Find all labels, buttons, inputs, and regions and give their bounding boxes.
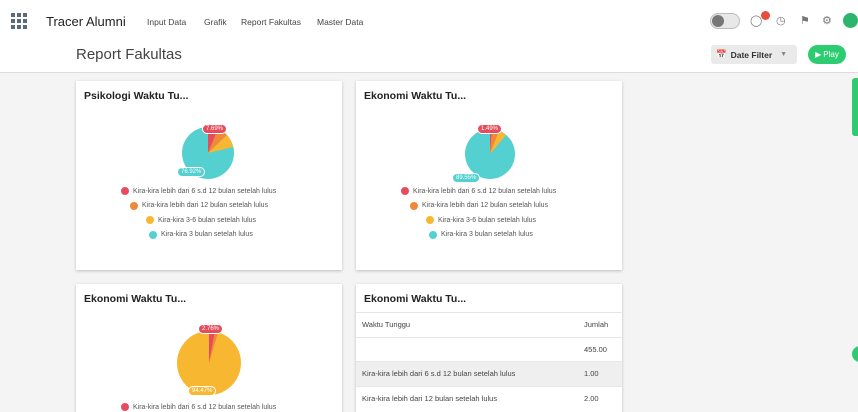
gear-icon[interactable]: ⚙: [822, 14, 832, 27]
legend-item[interactable]: Kira-kira lebih dari 12 bulan setelah lu…: [401, 199, 556, 214]
chart-legend: Kira-kira lebih dari 6 s.d 12 bulan sete…: [121, 400, 276, 412]
legend-label: Kira-kira lebih dari 6 s.d 12 bulan sete…: [133, 187, 277, 195]
legend-label: Kira-kira 3-6 bulan setelah lulus: [438, 216, 537, 224]
legend-item[interactable]: Kira-kira 3 bulan setelah lulus: [401, 228, 556, 243]
calendar-icon: 📅: [716, 49, 727, 59]
apps-grid-icon[interactable]: [11, 13, 27, 29]
column-header-waktu-tunggu[interactable]: Waktu Tunggu: [356, 312, 578, 337]
chart-legend: Kira-kira lebih dari 6 s.d 12 bulan sete…: [401, 184, 556, 242]
table-row: 455.00: [356, 336, 622, 362]
app-title[interactable]: Tracer Alumni: [46, 14, 126, 29]
legend-item[interactable]: Kira-kira lebih dari 6 s.d 12 bulan sete…: [121, 400, 276, 412]
column-header-jumlah[interactable]: Jumlah: [578, 312, 622, 337]
table-row: Kira-kira lebih dari 6 s.d 12 bulan sete…: [356, 361, 622, 386]
table-cell: Kira-kira lebih dari 12 bulan setelah lu…: [356, 385, 578, 411]
avatar[interactable]: [843, 13, 858, 28]
chart-card-ekonomi-1: Ekonomi Waktu Tu... 1.49% 89.55% Kira-ki…: [356, 81, 622, 270]
legend-item[interactable]: Kira-kira lebih dari 6 s.d 12 bulan sete…: [121, 184, 276, 199]
pct-label-top: 1.49%: [477, 124, 503, 134]
table-cell: 1.00: [578, 361, 622, 386]
caret-down-icon: ▼: [780, 51, 788, 58]
mode-toggle[interactable]: [710, 13, 740, 29]
legend-dot: [146, 216, 154, 225]
table-row: Kira-kira lebih dari 12 bulan setelah lu…: [356, 385, 622, 411]
legend-dot: [426, 216, 434, 225]
notification-badge: [761, 11, 770, 20]
clock-icon[interactable]: ◷: [776, 14, 786, 27]
top-bar: Tracer Alumni Input Data Grafik Report F…: [0, 0, 858, 44]
chart-legend: Kira-kira lebih dari 6 s.d 12 bulan sete…: [121, 184, 276, 242]
card-title: Ekonomi Waktu Tu...: [364, 293, 467, 305]
pct-label-top: 2.76%: [198, 324, 224, 334]
table-card-ekonomi: Ekonomi Waktu Tu... Waktu Tunggu Jumlah …: [356, 284, 622, 412]
play-label: Play: [823, 50, 839, 59]
play-icon: ▶: [815, 50, 822, 59]
card-title: Ekonomi Waktu Tu...: [84, 293, 187, 305]
page-header: Report Fakultas 📅 Date Filter ▼ ▶ Play: [0, 44, 858, 73]
legend-item[interactable]: Kira-kira 3-6 bulan setelah lulus: [121, 213, 276, 228]
legend-item[interactable]: Kira-kira 3-6 bulan setelah lulus: [401, 213, 556, 228]
card-title: Psikologi Waktu Tu...: [84, 90, 189, 102]
legend-dot: [149, 230, 157, 239]
legend-label: Kira-kira lebih dari 12 bulan setelah lu…: [142, 202, 269, 210]
side-scroll-indicator[interactable]: [852, 78, 858, 136]
flag-icon[interactable]: ⚑: [800, 14, 810, 27]
table-header-row: Waktu Tunggu Jumlah: [356, 312, 622, 337]
table-cell: 455.00: [578, 336, 622, 362]
pct-label-top: 7.69%: [202, 124, 228, 134]
legend-label: Kira-kira lebih dari 12 bulan setelah lu…: [422, 202, 549, 210]
legend-dot: [429, 230, 437, 239]
legend-item[interactable]: Kira-kira 3 bulan setelah lulus: [121, 228, 276, 243]
legend-item[interactable]: Kira-kira lebih dari 6 s.d 12 bulan sete…: [401, 184, 556, 199]
legend-label: Kira-kira 3 bulan setelah lulus: [441, 231, 533, 239]
legend-dot: [121, 187, 129, 196]
legend-label: Kira-kira 3-6 bulan setelah lulus: [158, 216, 257, 224]
nav-input-data[interactable]: Input Data: [147, 17, 186, 27]
toggle-knob: [712, 15, 724, 27]
legend-label: Kira-kira lebih dari 6 s.d 12 bulan sete…: [413, 187, 557, 195]
play-button[interactable]: ▶ Play: [808, 45, 846, 64]
side-action-tab[interactable]: [852, 346, 858, 362]
pct-label-main: 76.92%: [177, 167, 206, 177]
pct-label-main: 94.47%: [188, 386, 217, 396]
table-cell: [356, 336, 578, 362]
legend-item[interactable]: Kira-kira lebih dari 12 bulan setelah lu…: [121, 199, 276, 214]
legend-dot: [121, 403, 129, 412]
nav-grafik[interactable]: Grafik: [204, 17, 227, 27]
legend-dot: [410, 201, 418, 210]
pct-label-main: 89.55%: [452, 173, 481, 183]
date-filter-label: Date Filter: [730, 49, 773, 60]
legend-dot: [401, 187, 409, 196]
data-table: Waktu Tunggu Jumlah 455.00 Kira-kira leb…: [356, 312, 622, 411]
legend-label: Kira-kira 3 bulan setelah lulus: [161, 231, 253, 239]
chart-card-ekonomi-2: Ekonomi Waktu Tu... 2.76% 94.47% Kira-ki…: [76, 284, 342, 412]
nav-master-data[interactable]: Master Data: [317, 17, 363, 27]
nav-report-fakultas[interactable]: Report Fakultas: [241, 17, 301, 27]
date-filter-button[interactable]: 📅 Date Filter ▼: [711, 45, 797, 64]
table-cell: Kira-kira lebih dari 6 s.d 12 bulan sete…: [356, 361, 578, 386]
legend-label: Kira-kira lebih dari 6 s.d 12 bulan sete…: [133, 403, 277, 411]
page-title: Report Fakultas: [76, 46, 182, 63]
card-title: Ekonomi Waktu Tu...: [364, 90, 467, 102]
chart-card-psikologi: Psikologi Waktu Tu... 7.69% 76.92% Kira-…: [76, 81, 342, 270]
legend-dot: [130, 201, 138, 210]
table-cell: 2.00: [578, 385, 622, 411]
